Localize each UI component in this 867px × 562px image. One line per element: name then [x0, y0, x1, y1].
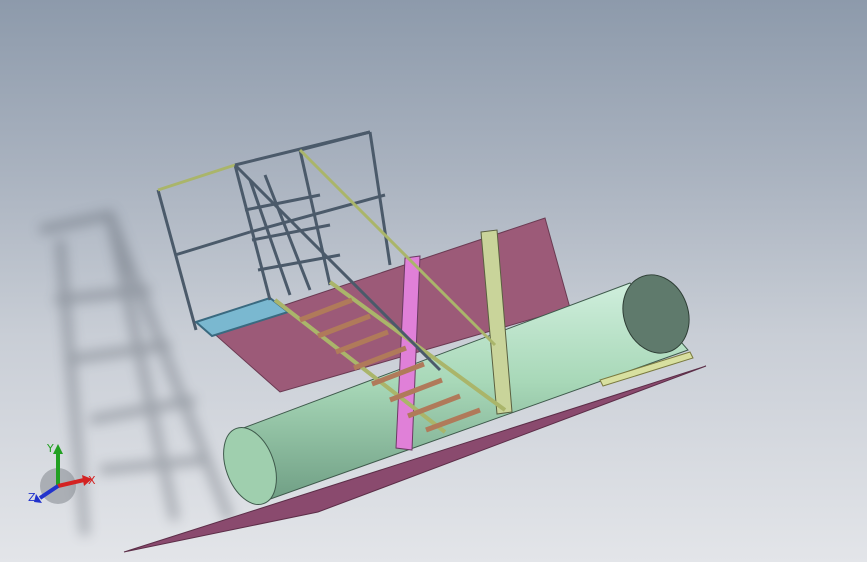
y-axis-label: Y: [47, 442, 54, 455]
cad-viewport[interactable]: X Y Z: [0, 0, 867, 562]
orientation-triad[interactable]: X Y Z: [26, 440, 106, 520]
model-scene[interactable]: [0, 0, 867, 562]
z-axis-label: Z: [28, 491, 36, 504]
x-axis-label: X: [88, 474, 96, 487]
